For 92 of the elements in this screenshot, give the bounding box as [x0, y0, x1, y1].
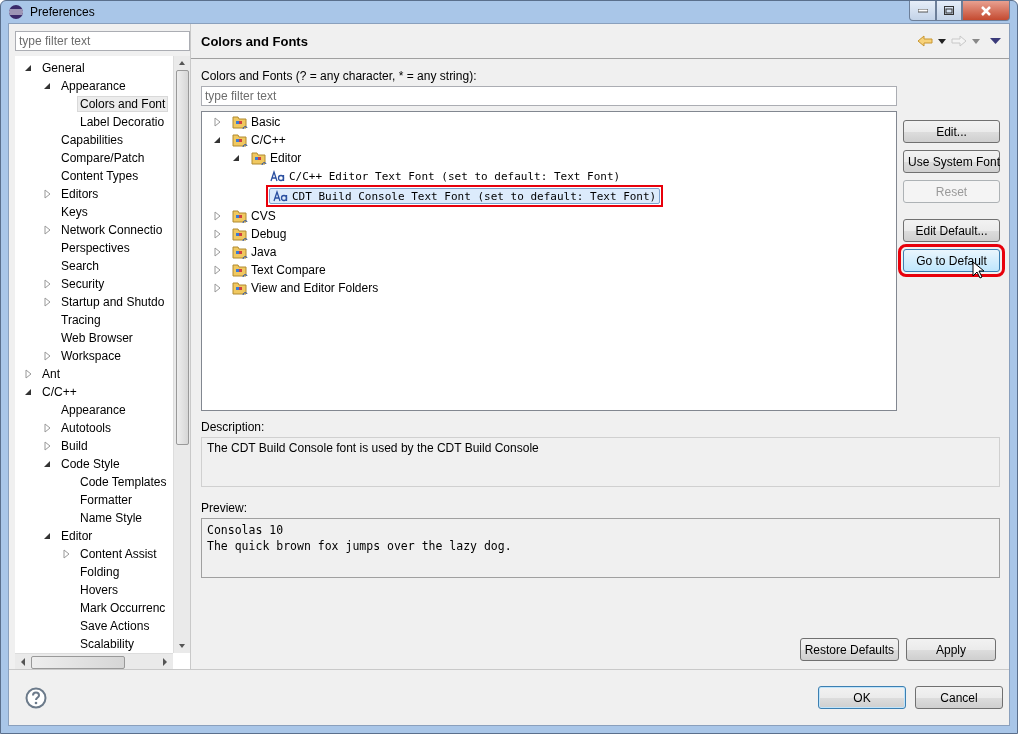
- maximize-icon: [944, 6, 954, 15]
- expanded-arrow-icon[interactable]: [42, 459, 52, 469]
- description-label: Description:: [201, 420, 266, 434]
- font-icon: [270, 170, 286, 182]
- tree-item[interactable]: Autotools: [58, 420, 115, 436]
- vertical-scrollbar[interactable]: [173, 56, 190, 653]
- tree-item[interactable]: Editor: [247, 150, 306, 166]
- tree-item[interactable]: Editors: [58, 186, 102, 202]
- filter-label: Colors and Fonts (? = any character, * = any string):: [201, 69, 478, 83]
- folder-icon: [232, 132, 248, 148]
- tree-item[interactable]: Search: [58, 258, 103, 274]
- tree-item[interactable]: Web Browser: [58, 330, 136, 346]
- folder-icon: [232, 208, 248, 224]
- tree-item[interactable]: Name Style: [77, 510, 146, 526]
- filter-field[interactable]: type filter text: [201, 86, 897, 106]
- tree-item[interactable]: Editor: [58, 528, 96, 544]
- preview-text: Consolas 10: [207, 522, 285, 538]
- folder-icon: [232, 280, 248, 296]
- action-button[interactable]: Use System Font: [903, 150, 1000, 173]
- tree-item[interactable]: Workspace: [58, 348, 124, 364]
- tree-item[interactable]: Tracing: [58, 312, 104, 328]
- dialog-button[interactable]: Cancel: [915, 686, 1003, 709]
- page-button[interactable]: Restore Defaults: [799, 638, 899, 661]
- tree-item[interactable]: Code Style: [58, 456, 123, 472]
- folder-icon: [232, 244, 248, 260]
- tree-item[interactable]: Network Connectio: [58, 222, 166, 238]
- action-button[interactable]: Edit...: [903, 120, 1000, 143]
- tree-item[interactable]: C/C++ Editor Text Font (set to default: Text Font): [266, 168, 625, 184]
- view-menu-icon[interactable]: [990, 38, 1001, 44]
- folder-icon: [232, 114, 248, 130]
- tree-item[interactable]: C/C++: [39, 384, 80, 400]
- tree-item[interactable]: Mark Occurrenc: [77, 600, 169, 616]
- tree-item[interactable]: Hovers: [77, 582, 121, 598]
- font-icon: [273, 190, 289, 202]
- tree-item[interactable]: Appearance: [58, 78, 129, 94]
- window-title: Preferences: [30, 5, 95, 19]
- tree-item[interactable]: Perspectives: [58, 240, 133, 256]
- collapsed-arrow-icon[interactable]: [42, 189, 52, 199]
- tree-item[interactable]: CDT Build Console Text Font (set to default: Text Font): [269, 188, 661, 204]
- app-logo-icon: [8, 4, 24, 20]
- expanded-arrow-icon[interactable]: [23, 387, 33, 397]
- dropdown-caret-icon[interactable]: [938, 38, 946, 44]
- tree-item[interactable]: Keys: [58, 204, 91, 220]
- folder-icon: [232, 262, 248, 278]
- tree-item[interactable]: Text Compare: [228, 262, 330, 278]
- folder-icon: [232, 226, 248, 242]
- scroll-left-icon[interactable]: [19, 657, 27, 667]
- tree-item[interactable]: Ant: [39, 366, 63, 382]
- preview-label: Preview:: [201, 501, 248, 515]
- tree-item[interactable]: Save Actions: [77, 618, 153, 634]
- close-icon: [980, 5, 992, 16]
- tree-item[interactable]: Build: [58, 438, 91, 454]
- page-title: Colors and Fonts: [201, 33, 309, 49]
- horizontal-scrollbar[interactable]: [15, 653, 173, 669]
- tree-item[interactable]: Code Templates: [77, 474, 170, 490]
- description-text: The CDT Build Console font is used by the CDT Build Console: [207, 441, 539, 455]
- tree-item[interactable]: Folding: [77, 564, 123, 580]
- tree-item[interactable]: Capabilities: [58, 132, 127, 148]
- collapsed-arrow-icon[interactable]: [42, 225, 52, 235]
- tree-item[interactable]: Colors and Font: [77, 96, 169, 112]
- minimize-icon: [917, 8, 928, 13]
- tree-item[interactable]: Basic: [228, 114, 285, 130]
- tree-item[interactable]: Security: [58, 276, 108, 292]
- tree-item[interactable]: Content Types: [58, 168, 142, 184]
- page-button[interactable]: Apply: [906, 638, 996, 661]
- back-arrow-icon[interactable]: [917, 35, 933, 47]
- tree-item[interactable]: Java: [228, 244, 281, 260]
- maximize-button[interactable]: [936, 1, 962, 21]
- close-button[interactable]: [962, 1, 1010, 21]
- tree-item[interactable]: C/C++: [228, 132, 290, 148]
- tree-item[interactable]: Debug: [228, 226, 291, 242]
- tree-item[interactable]: Label Decoratio: [77, 114, 168, 130]
- collapsed-arrow-icon[interactable]: [61, 549, 71, 559]
- expanded-arrow-icon[interactable]: [42, 531, 52, 541]
- tree-item[interactable]: View and Editor Folders: [228, 280, 383, 296]
- tree-item[interactable]: Appearance: [58, 402, 129, 418]
- tree-item[interactable]: Content Assist: [77, 546, 160, 562]
- tree-item[interactable]: Scalability: [77, 636, 138, 652]
- tree-item[interactable]: Startup and Shutdo: [58, 294, 168, 310]
- filter-field[interactable]: type filter text: [15, 31, 190, 51]
- tree-item[interactable]: Formatter: [77, 492, 135, 508]
- tree-item[interactable]: Compare/Patch: [58, 150, 148, 166]
- collapsed-arrow-icon[interactable]: [212, 117, 222, 127]
- preview-text: The quick brown fox jumps over the lazy dog.: [207, 538, 513, 554]
- folder-icon: [251, 150, 267, 166]
- help-icon[interactable]: [25, 686, 47, 709]
- scroll-right-icon[interactable]: [161, 657, 169, 667]
- tree-item[interactable]: CVS: [228, 208, 280, 224]
- dialog-button[interactable]: OK: [818, 686, 906, 709]
- action-button[interactable]: Edit Default...: [903, 219, 1000, 242]
- forward-arrow-icon[interactable]: [951, 35, 967, 47]
- tree-item[interactable]: General: [39, 60, 88, 76]
